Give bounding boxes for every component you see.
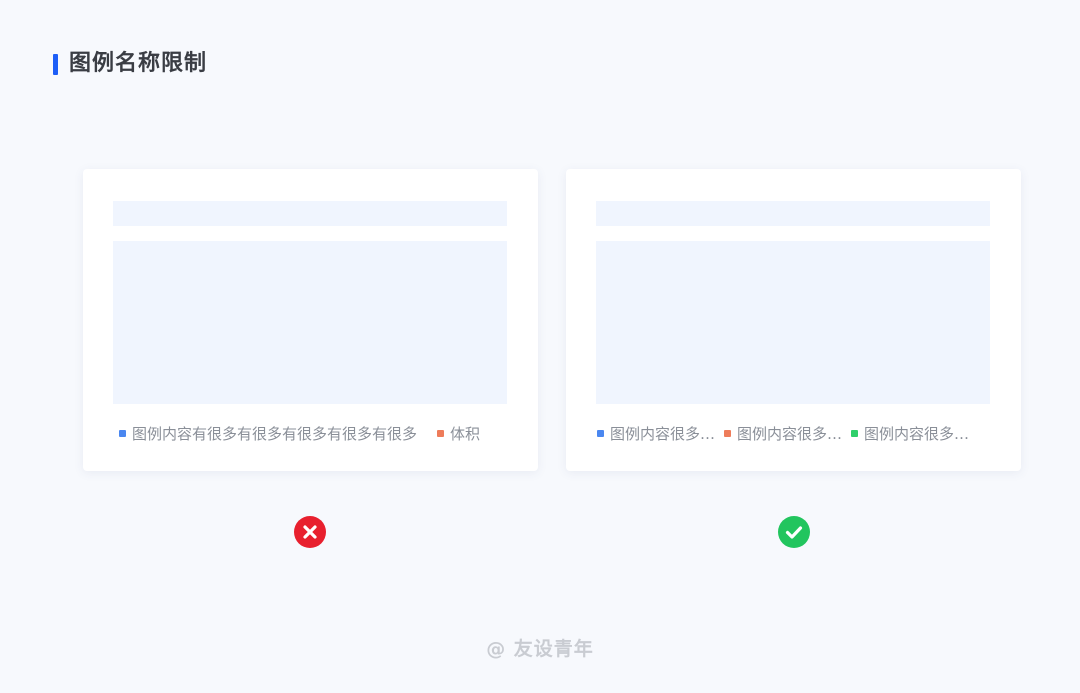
- chart-body-placeholder: [596, 241, 990, 404]
- chart-legend: 图例内容有很多有很多有很多有很多有很多 体积: [119, 423, 480, 443]
- legend-swatch: [851, 429, 859, 437]
- legend-item: 图例内容很多…: [597, 423, 715, 444]
- good-example-card: 图例内容很多… 图例内容很多… 图例内容很多…: [566, 169, 1021, 471]
- cross-circle-icon: [294, 516, 326, 548]
- legend-swatch: [437, 429, 445, 437]
- page-title: 图例名称限制: [69, 51, 208, 76]
- watermark-credit: @ 友设青年: [486, 638, 594, 660]
- chart-title-placeholder: [113, 201, 507, 226]
- legend-swatch: [119, 429, 126, 437]
- title-accent-bar: [53, 54, 58, 75]
- legend-swatch: [724, 429, 732, 437]
- legend-item: 图例内容有很多有很多有很多有很多有很多: [119, 423, 417, 444]
- legend-label: 图例内容有很多有很多有很多有很多有很多: [132, 424, 418, 443]
- legend-item: 图例内容很多…: [851, 423, 969, 444]
- legend-label: 体积: [450, 424, 481, 443]
- legend-swatch: [597, 429, 604, 437]
- bad-example-card: 图例内容有很多有很多有很多有很多有很多 体积: [83, 169, 538, 471]
- check-circle-icon: [778, 516, 810, 548]
- legend-label: 图例内容很多…: [864, 424, 970, 443]
- chart-title-placeholder: [596, 201, 990, 226]
- legend-label: 图例内容很多…: [737, 424, 843, 443]
- legend-item: 图例内容很多…: [724, 423, 842, 444]
- legend-item: 体积: [437, 423, 480, 444]
- chart-body-placeholder: [113, 241, 507, 404]
- chart-legend: 图例内容很多… 图例内容很多… 图例内容很多…: [597, 423, 969, 443]
- legend-label: 图例内容很多…: [610, 424, 716, 443]
